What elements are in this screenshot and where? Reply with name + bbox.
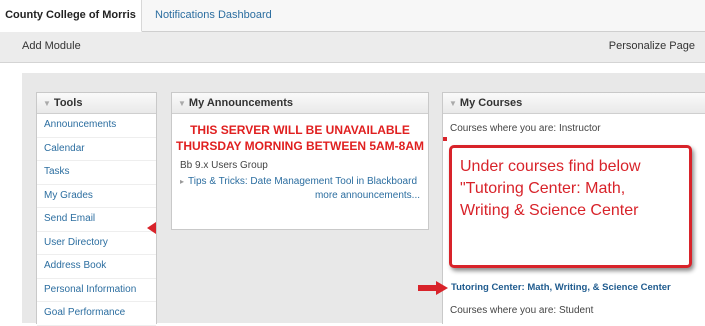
announcement-tip-label: Tips & Tricks: Date Management Tool in B… (188, 176, 418, 187)
tutoring-center-course-link[interactable]: Tutoring Center: Math, Writing, & Scienc… (451, 282, 671, 293)
role-instructor-label: Courses where you are: Instructor (450, 123, 601, 134)
tool-send-email[interactable]: Send Email (37, 208, 156, 232)
triangle-down-icon[interactable]: ▼ (178, 99, 186, 108)
server-warning-line2: THURSDAY MORNING BETWEEN 5AM-8AM (175, 139, 424, 153)
more-announcements-link[interactable]: more announcements... (172, 190, 420, 201)
tool-address-book[interactable]: Address Book (37, 255, 156, 279)
tools-module: ▼ Tools Announcements Calendar Tasks My G… (36, 92, 157, 326)
tools-list: Announcements Calendar Tasks My Grades S… (37, 114, 156, 326)
announcements-module-header[interactable]: ▼ My Announcements (172, 93, 428, 114)
announcement-group: Bb 9.x Users Group (180, 160, 268, 171)
tools-module-header[interactable]: ▼ Tools (37, 93, 156, 114)
tools-title: Tools (53, 97, 83, 109)
tool-calendar[interactable]: Calendar (37, 138, 156, 161)
red-marker (443, 137, 447, 141)
triangle-down-icon[interactable]: ▼ (449, 99, 457, 108)
announcements-module: ▼ My Announcements THIS SERVER WILL BE UN… (171, 92, 429, 230)
server-warning-line1: THIS SERVER WILL BE UNAVAILABLE (190, 123, 410, 137)
callout-text: Under courses find below "Tutoring Cente… (460, 158, 641, 219)
announcement-tip-link[interactable]: ▸ Tips & Tricks: Date Management Tool in … (180, 176, 428, 187)
tool-user-directory[interactable]: User Directory (37, 232, 156, 255)
module-toolbar: Add Module Personalize Page (0, 32, 705, 63)
instruction-callout: Under courses find below "Tutoring Cente… (449, 145, 692, 268)
personalize-page-button[interactable]: Personalize Page (609, 32, 695, 60)
caret-right-icon: ▸ (180, 177, 185, 186)
red-arrow-icon (418, 281, 448, 295)
tool-my-grades[interactable]: My Grades (37, 185, 156, 208)
role-student-label: Courses where you are: Student (450, 305, 594, 316)
tool-personal-information[interactable]: Personal Information (37, 279, 156, 302)
tool-announcements[interactable]: Announcements (37, 114, 156, 138)
top-tab-bar: County College of Morris Notifications D… (0, 0, 705, 32)
tool-tasks[interactable]: Tasks (37, 161, 156, 185)
courses-title: My Courses (459, 97, 523, 109)
triangle-down-icon[interactable]: ▼ (43, 99, 51, 108)
tab-county-college[interactable]: County College of Morris (0, 0, 142, 32)
add-module-button[interactable]: Add Module (22, 32, 81, 60)
red-arrow-icon (147, 222, 156, 234)
tool-goal-performance[interactable]: Goal Performance (37, 302, 156, 326)
announcements-title: My Announcements (188, 97, 294, 109)
courses-module-header[interactable]: ▼ My Courses (443, 93, 705, 114)
server-warning: THIS SERVER WILL BE UNAVAILABLE THURSDAY… (172, 122, 428, 154)
tab-notifications-dashboard[interactable]: Notifications Dashboard (155, 0, 272, 31)
